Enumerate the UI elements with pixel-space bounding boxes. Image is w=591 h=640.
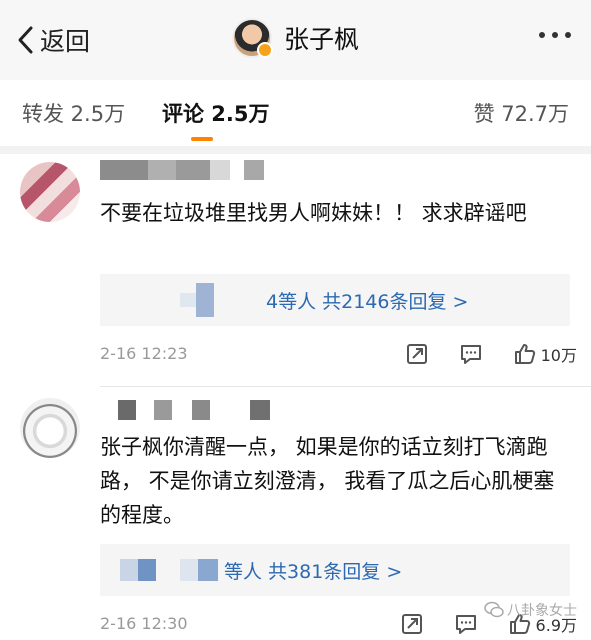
wechat-icon bbox=[484, 601, 504, 618]
commenter-name-blurred[interactable] bbox=[100, 160, 264, 180]
comment-button[interactable] bbox=[459, 342, 483, 366]
profile-title: 张子枫 bbox=[0, 18, 591, 58]
page-title: 张子枫 bbox=[283, 25, 359, 54]
commenter-name-blurred[interactable] bbox=[118, 400, 270, 420]
comment-time: 2-16 12:23 bbox=[100, 344, 188, 363]
comment-time: 2-16 12:30 bbox=[100, 614, 188, 633]
tab-comment[interactable]: 评论 2.5万 bbox=[162, 98, 270, 128]
comment-text: 张子枫你清醒一点， 如果是你的话立刻打飞滴跑路， 不是你请立刻澄清， 我看了瓜之… bbox=[100, 435, 555, 527]
share-icon bbox=[401, 614, 422, 634]
tab-repost[interactable]: 转发 2.5万 bbox=[22, 98, 125, 128]
comment-icon bbox=[460, 345, 481, 364]
commenter-avatar[interactable] bbox=[20, 398, 80, 458]
like-count: 10万 bbox=[540, 346, 577, 365]
replier-avatars-blurred bbox=[120, 544, 218, 596]
reply-summary[interactable]: 等人 共381条回复 > bbox=[100, 544, 570, 596]
navigation-bar: 返回 张子枫 bbox=[0, 0, 591, 80]
comment-button[interactable] bbox=[454, 612, 478, 636]
comment-text: 不要在垃圾堆里找男人啊妹妹！！ 求求辟谣吧 bbox=[100, 201, 527, 225]
watermark-text: 八卦象女士 bbox=[507, 603, 577, 619]
avatar[interactable] bbox=[231, 18, 273, 58]
tab-bar: 转发 2.5万 评论 2.5万 赞 72.7万 bbox=[0, 80, 591, 146]
comment-icon bbox=[455, 615, 476, 634]
section-divider bbox=[0, 146, 591, 154]
reply-summary-text: 等人 共381条回复 > bbox=[224, 560, 403, 583]
repost-button[interactable] bbox=[400, 612, 424, 636]
active-tab-indicator bbox=[191, 137, 213, 141]
replier-avatars-blurred bbox=[180, 274, 214, 326]
comment-divider bbox=[100, 386, 591, 387]
commenter-avatar[interactable] bbox=[20, 162, 80, 222]
thumbs-up-icon bbox=[514, 344, 535, 364]
watermark: 八卦象女士 bbox=[484, 600, 577, 620]
tab-like[interactable]: 赞 72.7万 bbox=[474, 98, 569, 128]
reply-summary-text: 4等人 共2146条回复 > bbox=[266, 290, 469, 313]
like-button[interactable]: 10万 bbox=[513, 342, 577, 366]
comment-actions: 10万 bbox=[405, 342, 577, 366]
share-icon bbox=[406, 344, 427, 364]
reply-summary[interactable]: 4等人 共2146条回复 > bbox=[100, 274, 570, 326]
verified-badge-icon bbox=[256, 42, 273, 58]
more-options-icon[interactable] bbox=[539, 32, 571, 38]
repost-button[interactable] bbox=[405, 342, 429, 366]
